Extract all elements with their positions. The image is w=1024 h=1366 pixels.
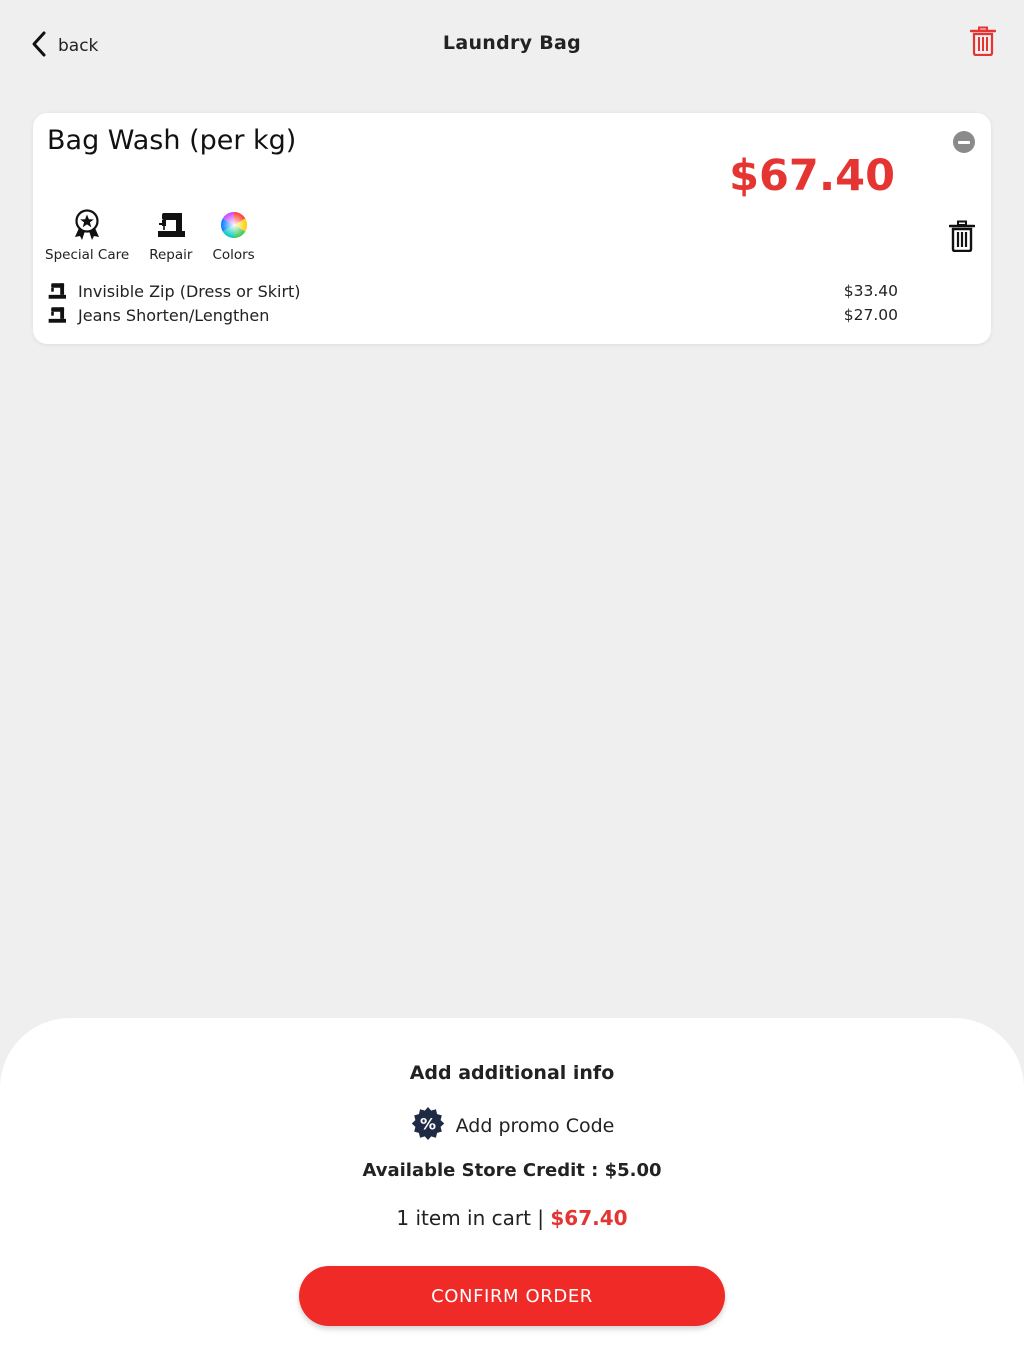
addon-row: Jeans Shorten/Lengthen $27.00 [46, 303, 898, 327]
option-label: Repair [149, 247, 193, 263]
addon-name: Invisible Zip (Dress or Skirt) [78, 281, 301, 301]
svg-text:%: % [420, 1115, 436, 1134]
cart-summary: 1 item in cart | $67.40 [0, 1206, 1024, 1230]
sewing-machine-icon [156, 209, 186, 241]
addon-row: Invisible Zip (Dress or Skirt) $33.40 [46, 279, 898, 303]
option-repair: Repair [149, 209, 192, 263]
option-label: Special Care [45, 247, 130, 263]
confirm-order-button[interactable]: CONFIRM ORDER [299, 1266, 725, 1326]
option-label: Colors [212, 247, 255, 263]
option-colors: Colors [212, 209, 255, 263]
sewing-machine-icon [46, 282, 68, 300]
color-wheel-icon [220, 209, 248, 241]
page-title: Laundry Bag [442, 32, 582, 54]
addon-price: $27.00 [843, 306, 898, 324]
addon-list: Invisible Zip (Dress or Skirt) $33.40 Je… [46, 279, 898, 327]
cart-count: 1 item in cart | [396, 1206, 551, 1230]
header: back Laundry Bag [0, 0, 1024, 90]
item-title: Bag Wash (per kg) [47, 125, 297, 156]
item-options: Special Care Repair Colors [45, 209, 275, 263]
delete-item-button[interactable] [948, 220, 976, 256]
item-price: $67.40 [729, 151, 895, 201]
sewing-machine-icon [46, 306, 68, 324]
option-special-care: Special Care [45, 209, 129, 263]
delete-all-button[interactable] [969, 26, 997, 60]
trash-icon [948, 220, 976, 256]
remove-item-button[interactable] [953, 131, 975, 153]
add-additional-info-link[interactable]: Add additional info [0, 1062, 1024, 1084]
store-credit: Available Store Credit : $5.00 [362, 1160, 662, 1181]
trash-icon [969, 26, 997, 60]
cart-item-card[interactable]: Bag Wash (per kg) $67.40 Special Care Re… [33, 113, 991, 344]
percent-badge-icon: % [410, 1106, 446, 1146]
order-summary-sheet: Add additional info % Add promo Code Ava… [0, 1018, 1024, 1366]
promo-label: Add promo Code [455, 1115, 615, 1137]
addon-price: $33.40 [843, 282, 898, 300]
addon-name: Jeans Shorten/Lengthen [78, 305, 270, 325]
cart-total: $67.40 [550, 1206, 628, 1230]
add-promo-code-button[interactable]: % Add promo Code [0, 1106, 1024, 1146]
award-star-icon [72, 209, 102, 241]
